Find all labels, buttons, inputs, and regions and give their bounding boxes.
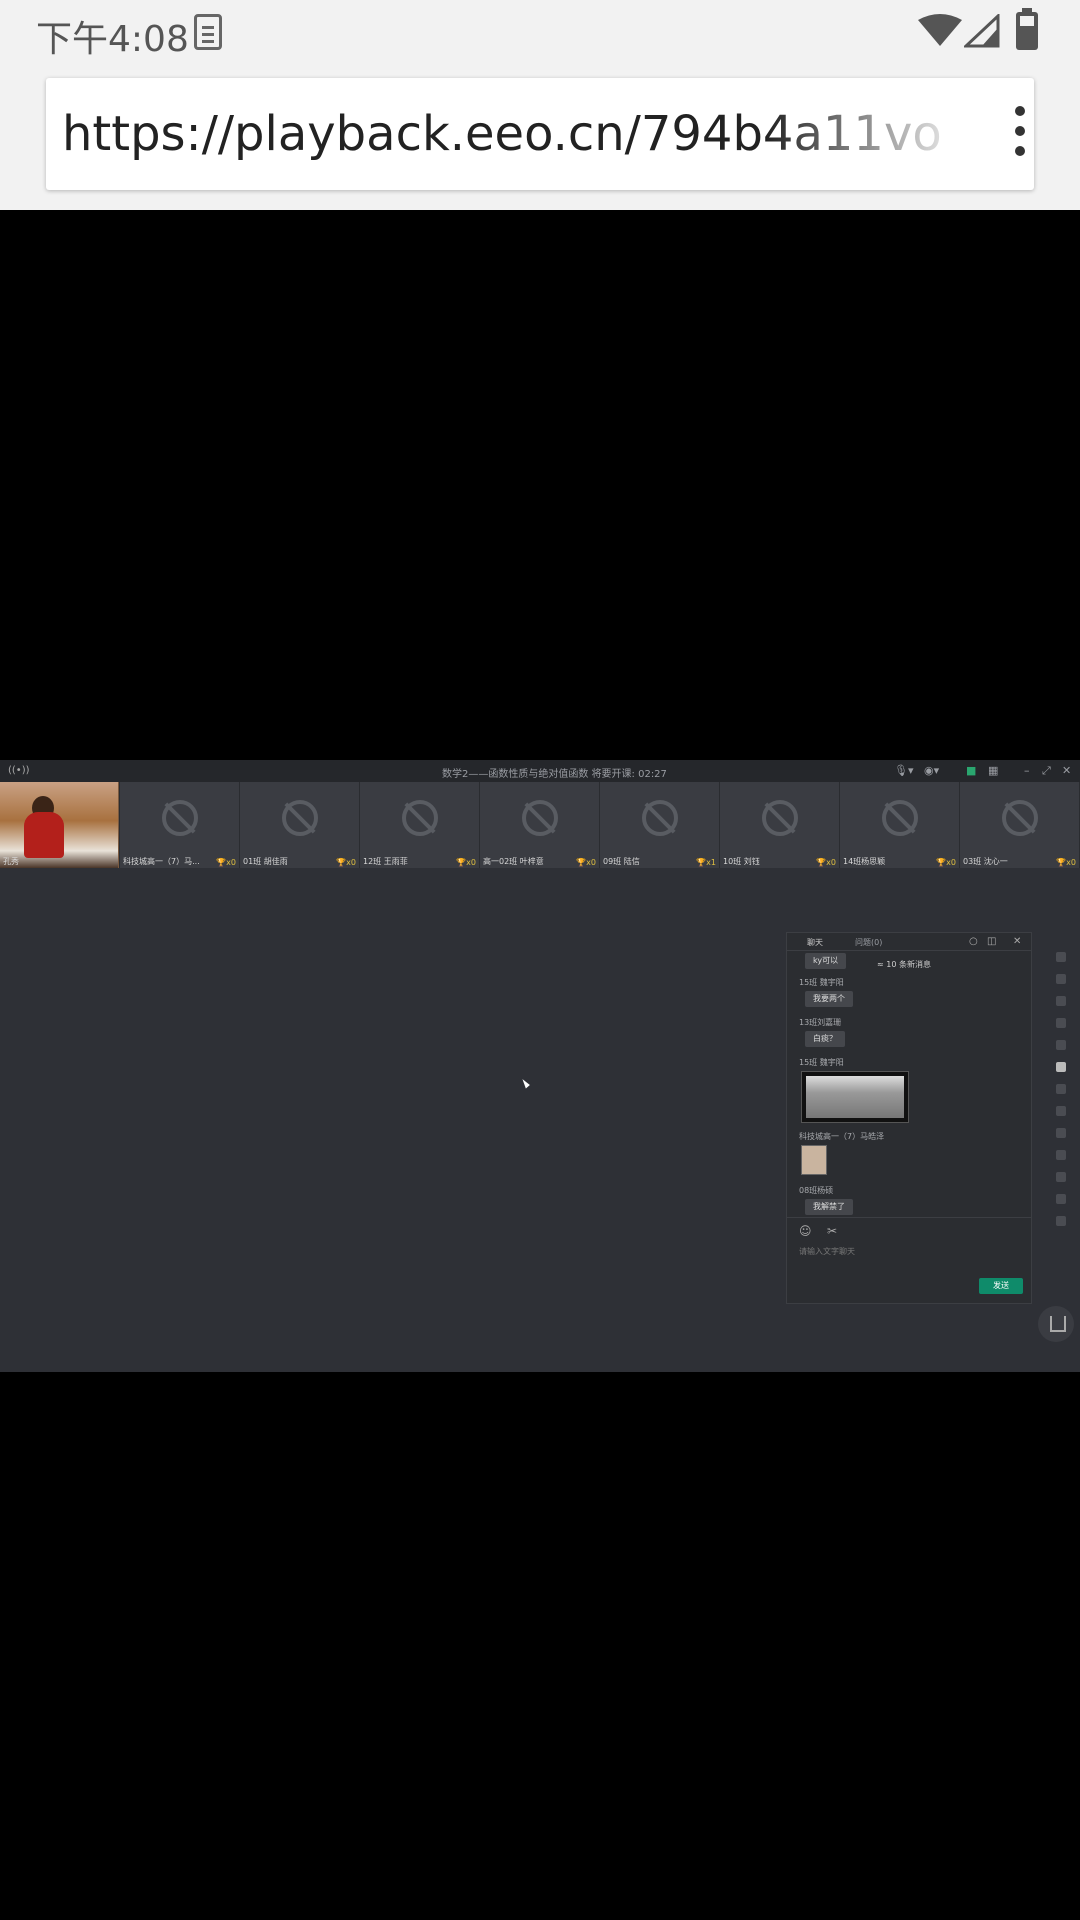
student-thumb[interactable]: 科技城高一（7）马... 🏆x0	[120, 782, 240, 868]
student-thumb[interactable]: 高一02班 叶梓意 🏆x0	[480, 782, 600, 868]
classroom-title-bar: ((•)) 数学2——函数性质与绝对值函数 将要开课: 02:27 🎙▾ ◉▾ …	[0, 760, 1080, 782]
pointer-tool-icon[interactable]	[1056, 952, 1066, 962]
popout-icon[interactable]: ◫	[987, 936, 996, 947]
student-thumb[interactable]: 03班 沈心一 🏆x0	[960, 782, 1080, 868]
student-thumb[interactable]: 10班 刘钰 🏆x0	[720, 782, 840, 868]
users-tool-icon[interactable]	[1056, 1216, 1066, 1226]
chat-sender: 08班杨硕	[799, 1186, 834, 1195]
trophy-count: 🏆x0	[456, 858, 476, 867]
trophy-count: 🏆x1	[696, 858, 716, 867]
mic-icon[interactable]: 🎙▾	[894, 764, 914, 777]
scissors-icon[interactable]: ✂	[827, 1224, 837, 1238]
chat-image[interactable]	[801, 1071, 909, 1123]
trophy-count: 🏆x0	[336, 858, 356, 867]
close-chat-icon[interactable]: ✕	[1013, 936, 1021, 947]
camera-off-icon	[162, 800, 198, 836]
toolbox-icon[interactable]	[1056, 1194, 1066, 1204]
camera-off-icon	[402, 800, 438, 836]
clipboard-icon	[194, 14, 222, 50]
overflow-menu-icon[interactable]	[1006, 106, 1034, 166]
chat-message: 我解禁了	[805, 1199, 853, 1215]
chat-message: ky可以	[805, 953, 847, 969]
text-tool-icon[interactable]	[1056, 1040, 1066, 1050]
trophy-count: 🏆x0	[1056, 858, 1076, 867]
chat-image[interactable]	[801, 1145, 827, 1175]
browser-toolbar: https://playback.eeo.cn/794b4a11vodbj12	[0, 64, 1080, 210]
chat-message: 我要两个	[805, 991, 853, 1007]
wifi-icon	[918, 14, 962, 46]
eraser-tool-icon[interactable]	[1056, 1018, 1066, 1028]
camera-off-icon	[882, 800, 918, 836]
screen-icon[interactable]: ■	[966, 764, 976, 777]
student-thumb[interactable]: 09班 陆信 🏆x1	[600, 782, 720, 868]
chat-message: 白痰？	[805, 1031, 845, 1047]
chat-sender: 15班 魏宇阳	[799, 978, 844, 987]
mouse-cursor-icon	[522, 1077, 531, 1089]
restore-icon[interactable]: ⤢	[1042, 764, 1051, 778]
trophy-count: 🏆x0	[576, 858, 596, 867]
battery-icon	[1016, 8, 1038, 50]
delete-tool-icon[interactable]	[1056, 1084, 1066, 1094]
camera-off-icon	[282, 800, 318, 836]
status-bar: 下午4:08	[0, 0, 1080, 64]
chat-tool-icon[interactable]	[1056, 1150, 1066, 1160]
camera-off-icon	[762, 800, 798, 836]
chat-sender: 15班 魏宇阳	[799, 1058, 844, 1067]
trophy-count: 🏆x0	[816, 858, 836, 867]
pen-tool-icon[interactable]	[1056, 996, 1066, 1006]
student-thumb[interactable]: 01班 胡佳雨 🏆x0	[240, 782, 360, 868]
thumb-name: 孔秀	[3, 857, 19, 866]
camera-off-icon	[522, 800, 558, 836]
thumb-name: 12班 王雨菲	[363, 857, 408, 866]
thumb-name: 科技城高一（7）马...	[123, 857, 200, 866]
student-thumb[interactable]: 14班杨思颖 🏆x0	[840, 782, 960, 868]
tab-chat[interactable]: 聊天	[807, 937, 823, 948]
thumb-name: 14班杨思颖	[843, 857, 886, 866]
trophy-count: 🏆x0	[936, 858, 956, 867]
new-messages-badge[interactable]: ≈ 10 条新消息	[877, 959, 931, 970]
chat-sender: 13班刘嘉珊	[799, 1018, 842, 1027]
video-player[interactable]: ((•)) 数学2——函数性质与绝对值函数 将要开课: 02:27 🎙▾ ◉▾ …	[0, 760, 1080, 1372]
chat-sender: 科技城高一（7）马皓泽	[799, 1132, 885, 1141]
chat-input-area[interactable]: ☺ ✂ 请输入文字聊天 发送	[787, 1217, 1031, 1303]
minimize-icon[interactable]: –	[1024, 764, 1030, 777]
teacher-video[interactable]: 孔秀	[0, 782, 120, 868]
raise-hand-icon[interactable]	[1038, 1306, 1074, 1342]
edit-tool-icon[interactable]	[1056, 1128, 1066, 1138]
timer-tool-icon[interactable]	[1056, 1106, 1066, 1116]
clear-tool-icon[interactable]	[1056, 1062, 1066, 1072]
send-button[interactable]: 发送	[979, 1278, 1023, 1294]
camera-off-icon	[642, 800, 678, 836]
camera-off-icon	[1002, 800, 1038, 836]
thumb-name: 03班 沈心一	[963, 857, 1008, 866]
select-tool-icon[interactable]	[1056, 974, 1066, 984]
thumb-name: 高一02班 叶梓意	[483, 857, 544, 866]
tab-questions[interactable]: 问题(0)	[855, 937, 882, 948]
chat-header: 聊天 问题(0) ○ ◫ ✕	[787, 933, 1031, 951]
url-text[interactable]: https://playback.eeo.cn/794b4a11vodbj12	[62, 106, 942, 162]
broadcast-icon: ((•))	[8, 765, 30, 776]
student-thumb[interactable]: 12班 王雨菲 🏆x0	[360, 782, 480, 868]
signal-icon	[964, 14, 1000, 48]
chat-panel: 聊天 问题(0) ○ ◫ ✕ ≈ 10 条新消息 ky可以 15班 魏宇阳 我要…	[786, 932, 1032, 1304]
camera-icon[interactable]: ◉▾	[924, 764, 939, 777]
thumb-name: 10班 刘钰	[723, 857, 760, 866]
trophy-count: 🏆x0	[216, 858, 236, 867]
chat-input-placeholder[interactable]: 请输入文字聊天	[799, 1246, 855, 1257]
classroom-title: 数学2——函数性质与绝对值函数 将要开课: 02:27	[442, 769, 667, 780]
bubble-icon[interactable]: ○	[969, 936, 978, 947]
emoji-icon[interactable]: ☺	[799, 1224, 812, 1238]
student-thumbnails: 孔秀 科技城高一（7）马... 🏆x0 01班 胡佳雨 🏆x0 12班 王雨菲 🏆x0…	[0, 782, 1080, 868]
cloud-tool-icon[interactable]	[1056, 1172, 1066, 1182]
close-icon[interactable]: ✕	[1062, 764, 1071, 777]
thumb-name: 09班 陆信	[603, 857, 640, 866]
thumb-name: 01班 胡佳雨	[243, 857, 288, 866]
whiteboard-toolbar	[1046, 952, 1076, 1246]
url-bar[interactable]: https://playback.eeo.cn/794b4a11vodbj12	[46, 78, 1034, 190]
grid-icon[interactable]: ▦	[988, 764, 998, 777]
status-time: 下午4:08	[36, 19, 189, 60]
